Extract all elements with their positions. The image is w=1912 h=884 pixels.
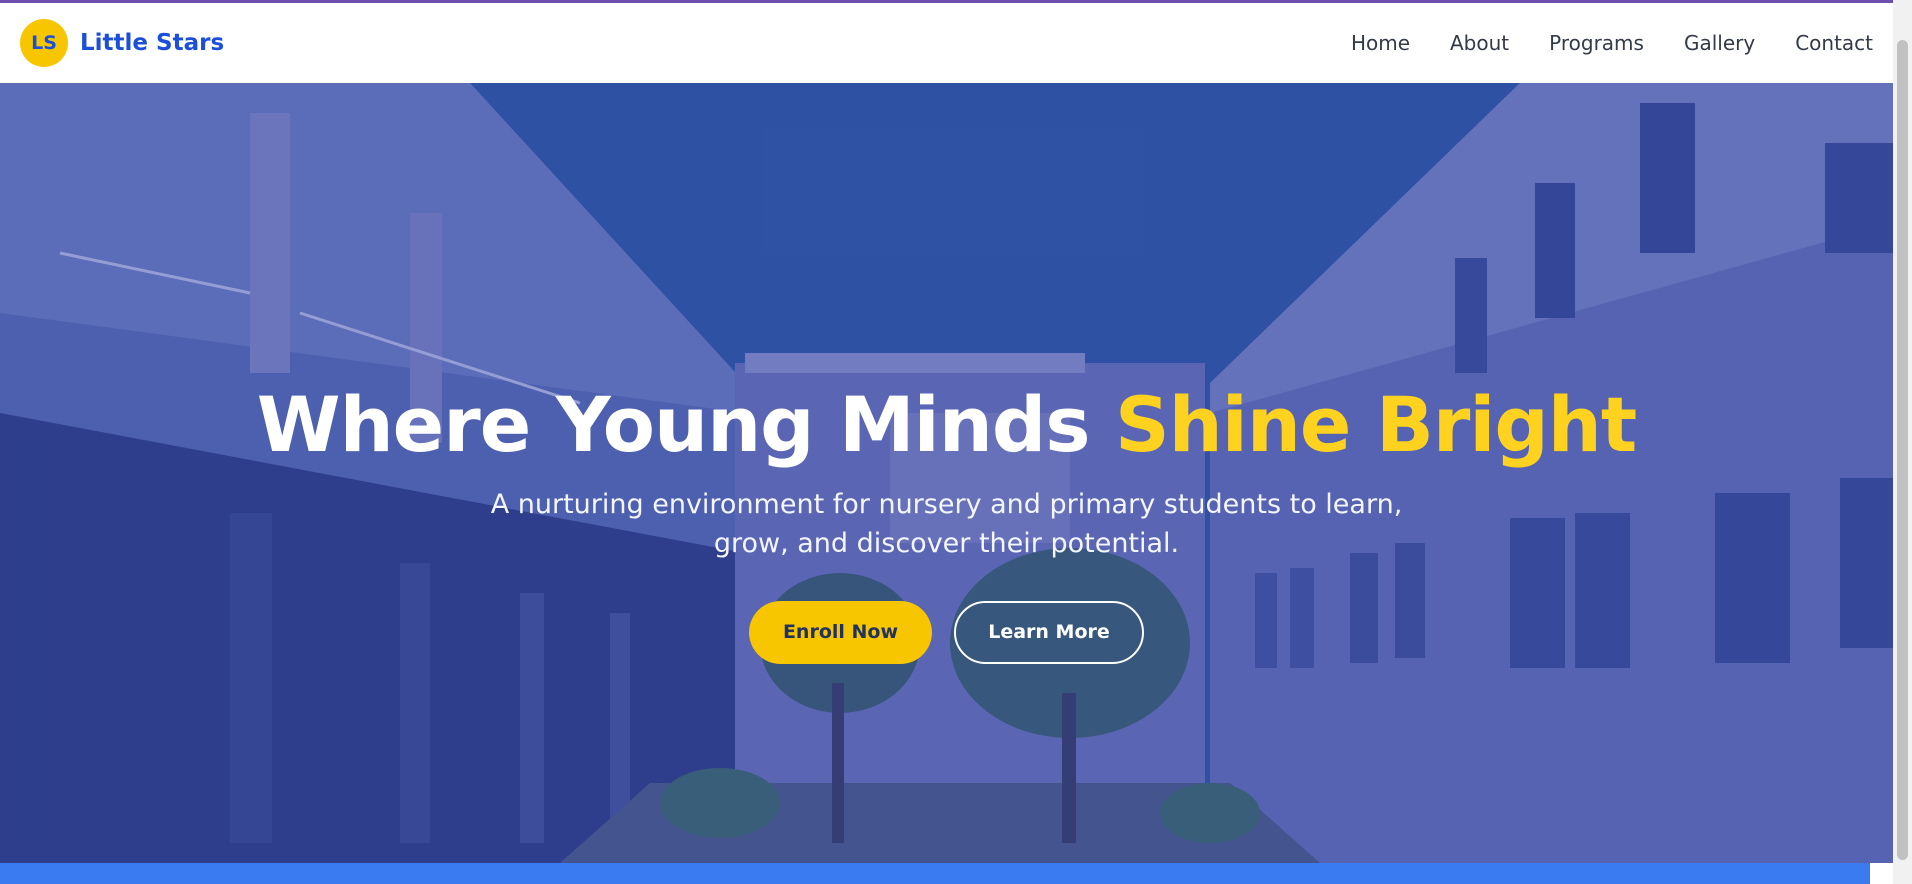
- learn-more-button[interactable]: Learn More: [954, 600, 1144, 664]
- logo: LS: [20, 19, 68, 67]
- hero-title-main: Where Young Minds: [256, 380, 1091, 469]
- enroll-now-button[interactable]: Enroll Now: [749, 600, 932, 664]
- brand-name: Little Stars: [80, 30, 225, 56]
- hero-content: Where Young Minds Shine Bright A nurturi…: [0, 383, 1893, 664]
- logo-text: LS: [31, 32, 57, 54]
- nav-item-gallery[interactable]: Gallery: [1684, 31, 1755, 55]
- hero-buttons: Enroll Now Learn More: [0, 600, 1893, 664]
- scrollbar-thumb[interactable]: [1897, 40, 1908, 860]
- brand-link[interactable]: LS Little Stars: [20, 19, 224, 67]
- hero-subtitle: A nurturing environment for nursery and …: [490, 488, 1403, 559]
- hero-title-accent: Shine Bright: [1114, 380, 1637, 469]
- bottom-section-edge-end: [1870, 863, 1893, 884]
- nav-item-programs[interactable]: Programs: [1549, 31, 1644, 55]
- nav-item-home[interactable]: Home: [1351, 31, 1410, 55]
- bottom-section-edge: [0, 863, 1870, 884]
- main-nav: Home About Programs Gallery Contact: [1351, 31, 1873, 55]
- navbar: LS Little Stars Home About Programs Gall…: [0, 3, 1893, 83]
- nav-item-about[interactable]: About: [1450, 31, 1509, 55]
- hero-title: Where Young Minds Shine Bright: [0, 383, 1893, 467]
- nav-item-contact[interactable]: Contact: [1795, 31, 1873, 55]
- hero-section: Where Young Minds Shine Bright A nurturi…: [0, 83, 1893, 863]
